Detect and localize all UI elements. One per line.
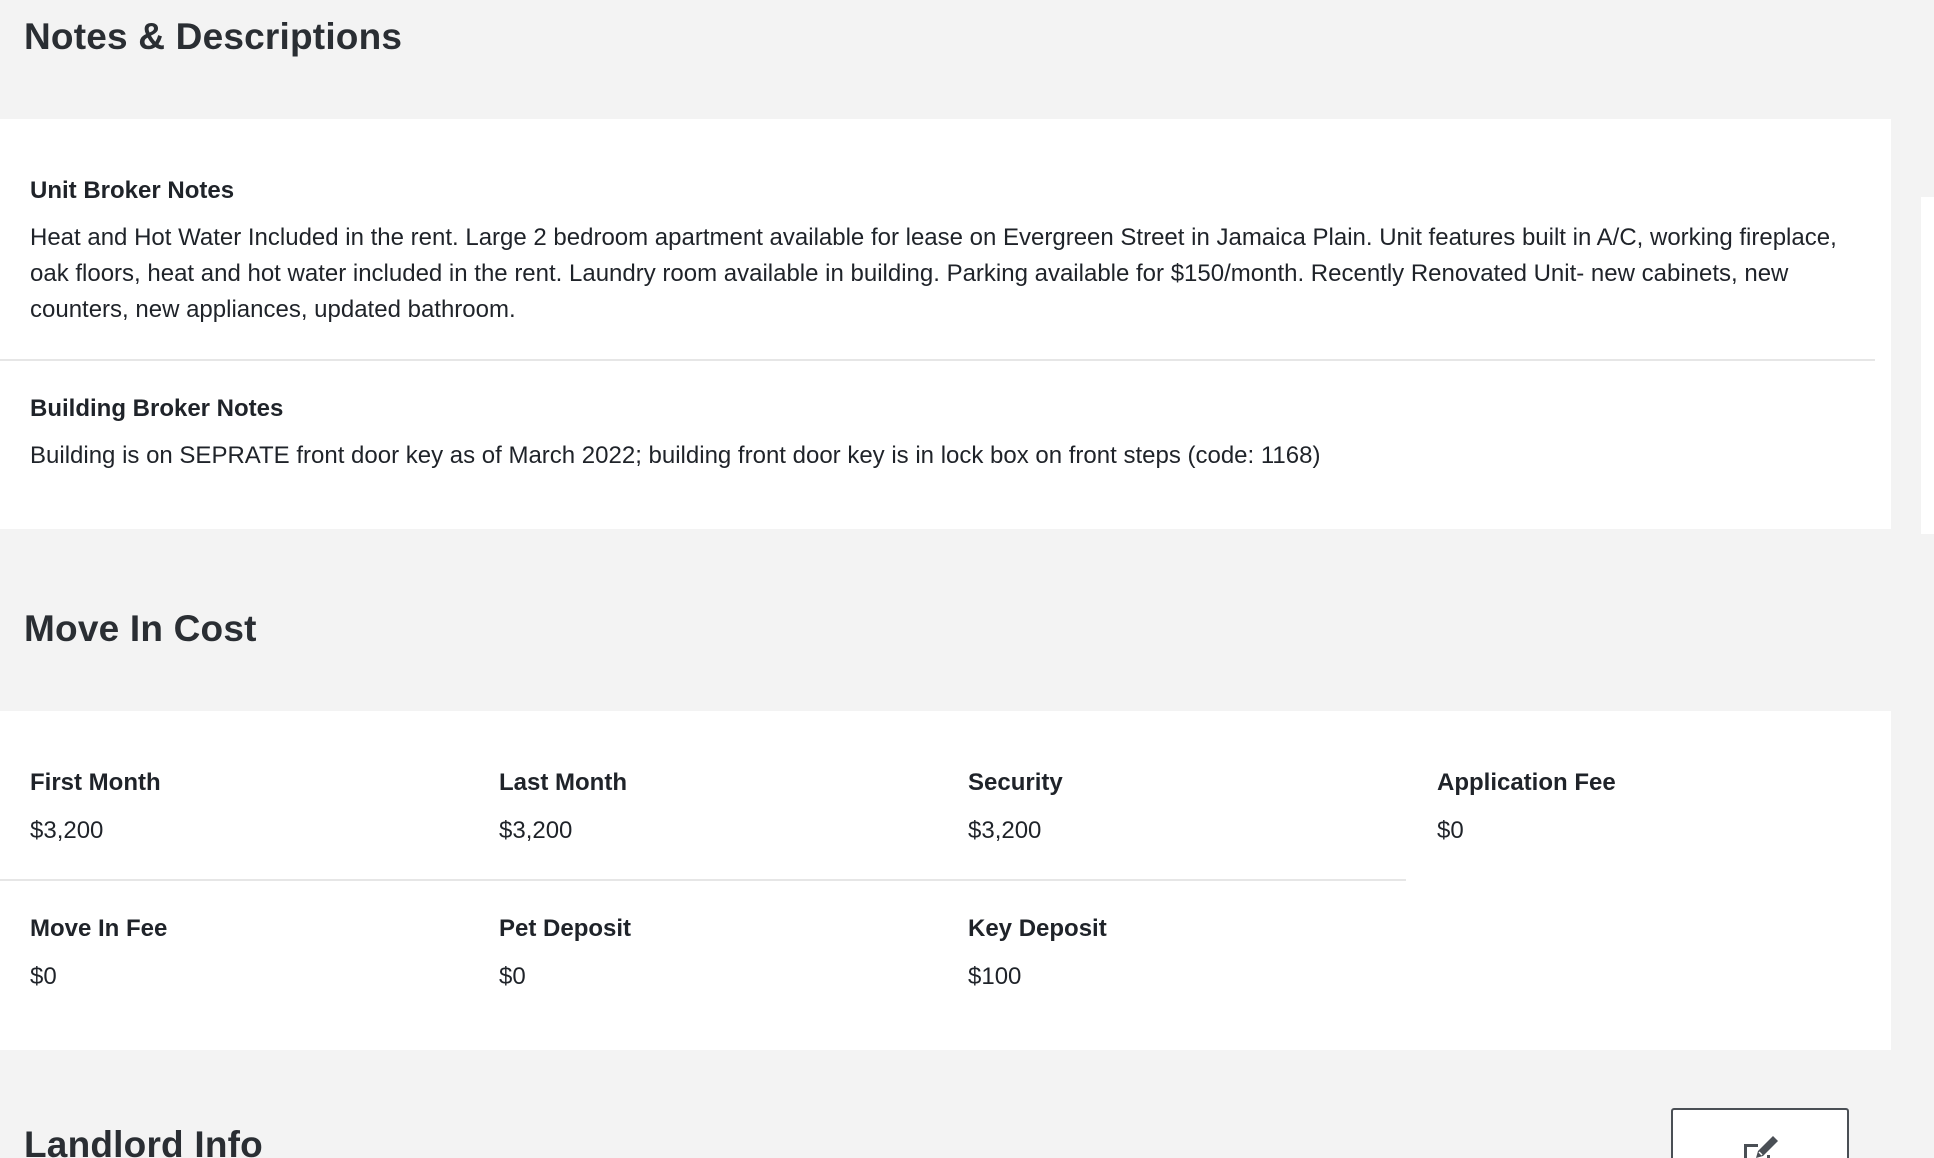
cost-value: $3,200	[499, 817, 573, 844]
cost-value: $0	[30, 963, 57, 990]
side-panel-edge	[1921, 197, 1934, 534]
cost-last-month: Last Month $3,200	[499, 768, 939, 846]
landlord-section-title: Landlord Info	[24, 1124, 263, 1158]
cost-value: $3,200	[30, 817, 104, 844]
move-in-cost-title: Move In Cost	[24, 608, 257, 649]
cost-label: Application Fee	[1437, 769, 1616, 796]
cost-label: Last Month	[499, 769, 627, 796]
page: Notes & Descriptions Unit Broker Notes H…	[0, 0, 1934, 1158]
cost-application-fee: Application Fee $0	[1437, 768, 1877, 846]
cost-value: $100	[968, 963, 1022, 990]
cost-label: Pet Deposit	[499, 915, 632, 942]
cost-divider	[0, 879, 1406, 881]
cost-move-in-fee: Move In Fee $0	[30, 914, 470, 992]
building-broker-notes-label: Building Broker Notes	[30, 395, 284, 422]
cost-key-deposit: Key Deposit $100	[968, 914, 1408, 992]
cost-security: Security $3,200	[968, 768, 1408, 846]
cost-value: $3,200	[968, 817, 1042, 844]
cost-pet-deposit: Pet Deposit $0	[499, 914, 939, 992]
move-in-cost-card: First Month $3,200 Last Month $3,200 Sec…	[0, 711, 1891, 1050]
cost-label: Move In Fee	[30, 915, 168, 942]
notes-section-title: Notes & Descriptions	[24, 16, 403, 57]
notes-divider	[0, 359, 1875, 361]
building-broker-notes: Building Broker Notes Building is on SEP…	[30, 394, 1851, 474]
cost-label: First Month	[30, 769, 161, 796]
building-broker-notes-text: Building is on SEPRATE front door key as…	[30, 442, 1321, 469]
cost-label: Security	[968, 769, 1063, 796]
cost-value: $0	[499, 963, 526, 990]
cost-value: $0	[1437, 817, 1464, 844]
cost-label: Key Deposit	[968, 915, 1107, 942]
edit-icon	[1740, 1134, 1780, 1158]
cost-first-month: First Month $3,200	[30, 768, 470, 846]
unit-broker-notes-text: Heat and Hot Water Included in the rent.…	[30, 224, 1837, 323]
edit-landlord-button[interactable]	[1671, 1108, 1849, 1158]
unit-broker-notes-label: Unit Broker Notes	[30, 177, 235, 204]
unit-broker-notes: Unit Broker Notes Heat and Hot Water Inc…	[30, 176, 1851, 328]
notes-card: Unit Broker Notes Heat and Hot Water Inc…	[0, 119, 1891, 529]
